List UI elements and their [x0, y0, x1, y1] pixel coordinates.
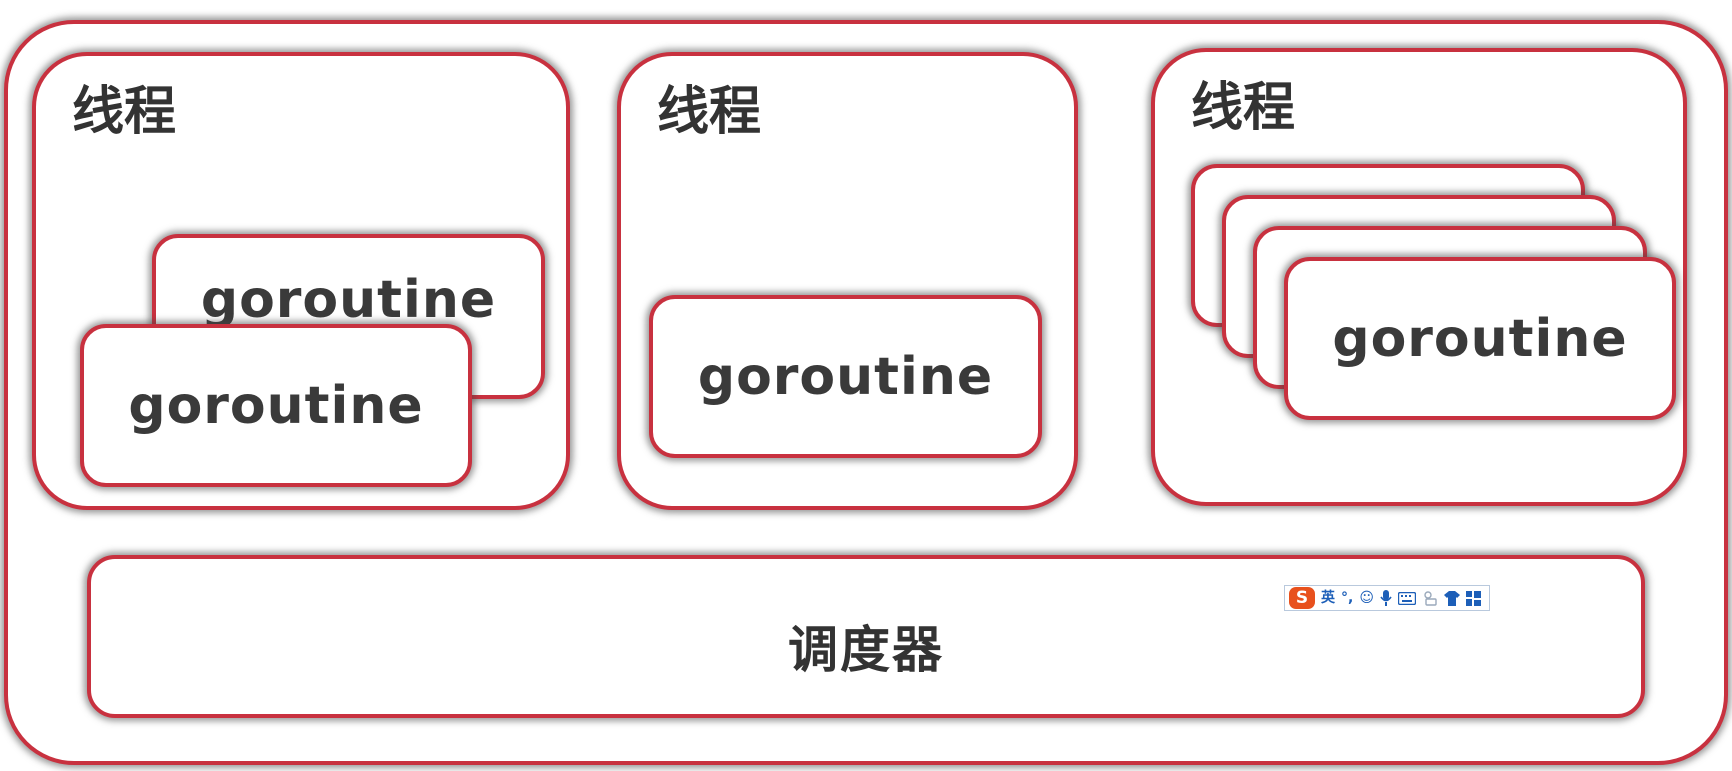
keyboard-icon[interactable] — [1397, 591, 1416, 605]
thread-box-3: 线程 goroutine — [1151, 48, 1687, 506]
goroutine-label: goroutine — [128, 375, 424, 436]
toolbox-grid-icon[interactable] — [1465, 590, 1481, 606]
ime-toolbar[interactable]: S 英 °, ☺ — [1284, 585, 1490, 611]
skin-shirt-icon[interactable] — [1443, 590, 1460, 606]
punctuation-icon[interactable]: °, — [1341, 591, 1353, 605]
goroutine-label: goroutine — [1332, 308, 1628, 369]
handwriting-icon[interactable] — [1422, 590, 1438, 606]
thread-label: 线程 — [657, 82, 762, 142]
scheduler-label: 调度器 — [788, 620, 944, 679]
microphone-icon[interactable] — [1380, 590, 1392, 606]
input-mode-toggle[interactable]: 英 — [1321, 591, 1335, 605]
goroutine-box: goroutine — [649, 295, 1042, 458]
sogou-logo-icon[interactable]: S — [1289, 587, 1315, 609]
goroutine-box-front: goroutine — [1284, 257, 1676, 420]
goroutine-label: goroutine — [200, 269, 497, 330]
thread-label: 线程 — [72, 82, 177, 142]
thread-box-1: 线程 goroutine goroutine — [32, 52, 570, 510]
goroutine-box-front: goroutine — [80, 324, 472, 487]
emoji-icon[interactable]: ☺ — [1359, 591, 1374, 605]
goroutine-label: goroutine — [697, 346, 994, 407]
scheduler-box: 调度器 — [87, 555, 1645, 718]
thread-label: 线程 — [1191, 78, 1296, 138]
thread-box-2: 线程 goroutine — [617, 52, 1078, 510]
